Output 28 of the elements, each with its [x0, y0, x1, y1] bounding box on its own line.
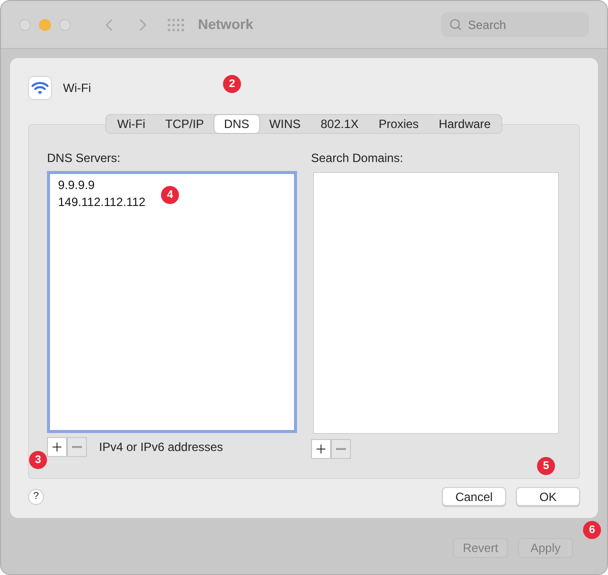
tab[interactable]: Hardware: [428, 115, 501, 133]
tab[interactable]: 802.1X: [310, 115, 369, 133]
tab[interactable]: TCP/IP: [155, 115, 214, 133]
help-button[interactable]: ?: [28, 488, 44, 504]
tab[interactable]: WINS: [259, 115, 311, 133]
address-list[interactable]: [313, 172, 559, 434]
search-icon: [449, 18, 462, 31]
minimize-button[interactable]: [39, 18, 51, 30]
tab[interactable]: DNS: [214, 115, 260, 133]
plus-icon: [314, 442, 328, 456]
service-name: Wi-Fi: [63, 80, 91, 97]
list-label: DNS Servers:: [47, 150, 122, 167]
minus-icon: [72, 446, 82, 448]
dialog-button[interactable]: Cancel: [442, 487, 506, 506]
callout-badge: 6: [583, 521, 601, 539]
wifi-icon: [28, 76, 52, 100]
tab[interactable]: Wi-Fi: [107, 115, 156, 133]
tab[interactable]: Proxies: [368, 115, 429, 133]
list-label: Search Domains:: [311, 150, 404, 167]
dialog-button[interactable]: OK: [516, 487, 580, 506]
minus-icon: [336, 448, 346, 450]
add-button[interactable]: [311, 439, 331, 459]
window-title: Network: [198, 15, 254, 34]
plus-icon: [50, 440, 64, 454]
add-button[interactable]: [47, 437, 67, 457]
grid-icon[interactable]: [167, 18, 185, 32]
hint-text: IPv4 or IPv6 addresses: [99, 439, 224, 456]
search-field[interactable]: Search: [441, 12, 589, 37]
